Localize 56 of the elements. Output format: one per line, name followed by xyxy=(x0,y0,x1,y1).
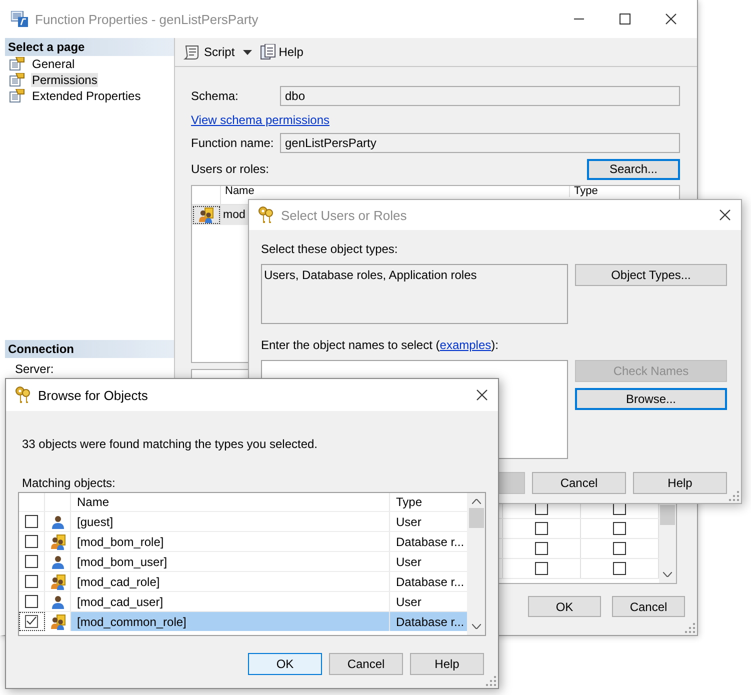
dialog-title: Select Users or Roles xyxy=(281,208,407,222)
list-cell-text: User xyxy=(395,594,422,610)
function-name-label: Function name: xyxy=(191,136,275,150)
object-types-label: Select these object types: xyxy=(261,242,399,256)
list-cell-text: Database r... xyxy=(395,534,466,550)
list-cell: [mod_bom_role] xyxy=(71,532,390,551)
column-header[interactable]: Name xyxy=(71,493,390,511)
sidebar-item[interactable]: Extended Properties xyxy=(31,89,142,103)
list-cell-text: User xyxy=(395,514,422,530)
browse-button[interactable]: Browse... xyxy=(575,388,727,410)
object-types-button[interactable]: Object Types... xyxy=(575,264,727,286)
dialog-button[interactable]: Help xyxy=(633,472,727,494)
dialog-button[interactable]: Cancel xyxy=(329,653,403,675)
examples-link[interactable]: examples xyxy=(440,338,492,352)
script-button[interactable]: Script xyxy=(181,44,237,60)
schema-permissions-link[interactable]: View schema permissions xyxy=(191,113,330,127)
list-cell: [mod_cad_user] xyxy=(71,592,390,611)
users-label: Users or roles: xyxy=(191,162,270,176)
help-button[interactable]: Help xyxy=(258,44,306,60)
list-cell-text: User xyxy=(395,554,422,570)
list-cell: [mod_common_role] xyxy=(71,612,390,631)
dialog-button[interactable]: OK xyxy=(248,653,322,675)
window-title: Function Properties - genListPersParty xyxy=(35,12,258,26)
list-row[interactable]: [mod_bom_user] User xyxy=(19,551,467,571)
dialog-button[interactable]: Cancel xyxy=(532,472,626,494)
list-cell: [mod_cad_role] xyxy=(71,572,390,591)
dialog-button[interactable]: Help xyxy=(410,653,484,675)
column-header[interactable]: Name xyxy=(221,186,570,197)
list-cell: [mod_bom_user] xyxy=(71,552,390,571)
dialog-title: Browse for Objects xyxy=(38,388,148,402)
sidebar-item[interactable]: General xyxy=(31,57,76,71)
list-row[interactable]: [mod_bom_role] Database r... xyxy=(19,531,467,551)
list-row[interactable]: [mod_cad_role] Database r... xyxy=(19,571,467,591)
list-row[interactable]: [guest] User xyxy=(19,511,467,531)
server-label: Server: xyxy=(14,361,55,375)
function-name-field[interactable]: genListPersParty xyxy=(280,133,680,153)
section-header: Connection xyxy=(5,340,174,358)
dialog-button[interactable]: OK xyxy=(528,596,601,617)
search-button[interactable]: Search... xyxy=(587,158,680,180)
schema-field[interactable]: dbo xyxy=(280,86,680,106)
list-row[interactable]: [mod_common_role] Database r... xyxy=(19,611,467,631)
column-header[interactable]: Type xyxy=(570,186,598,197)
list-cell: Database r... xyxy=(390,612,467,631)
matching-objects-label: Matching objects: xyxy=(21,476,116,490)
result-message: 33 objects were found matching the types you selected. xyxy=(21,437,319,451)
object-names-label: Enter the object names to select (examples): xyxy=(261,338,500,352)
column-header[interactable]: Type xyxy=(390,493,467,511)
dialog-button[interactable]: Cancel xyxy=(612,596,685,617)
section-header: Select a page xyxy=(5,38,174,56)
schema-label: Schema: xyxy=(191,89,240,103)
table-cell-text: mod xyxy=(222,209,246,221)
object-types-field: Users, Database roles, Application roles xyxy=(261,264,568,324)
list-cell: [guest] xyxy=(71,512,390,531)
list-cell-text: Database r... xyxy=(395,574,466,590)
list-row[interactable]: [mod_cad_user] User xyxy=(19,591,467,611)
sidebar-item[interactable]: Permissions xyxy=(31,73,98,87)
